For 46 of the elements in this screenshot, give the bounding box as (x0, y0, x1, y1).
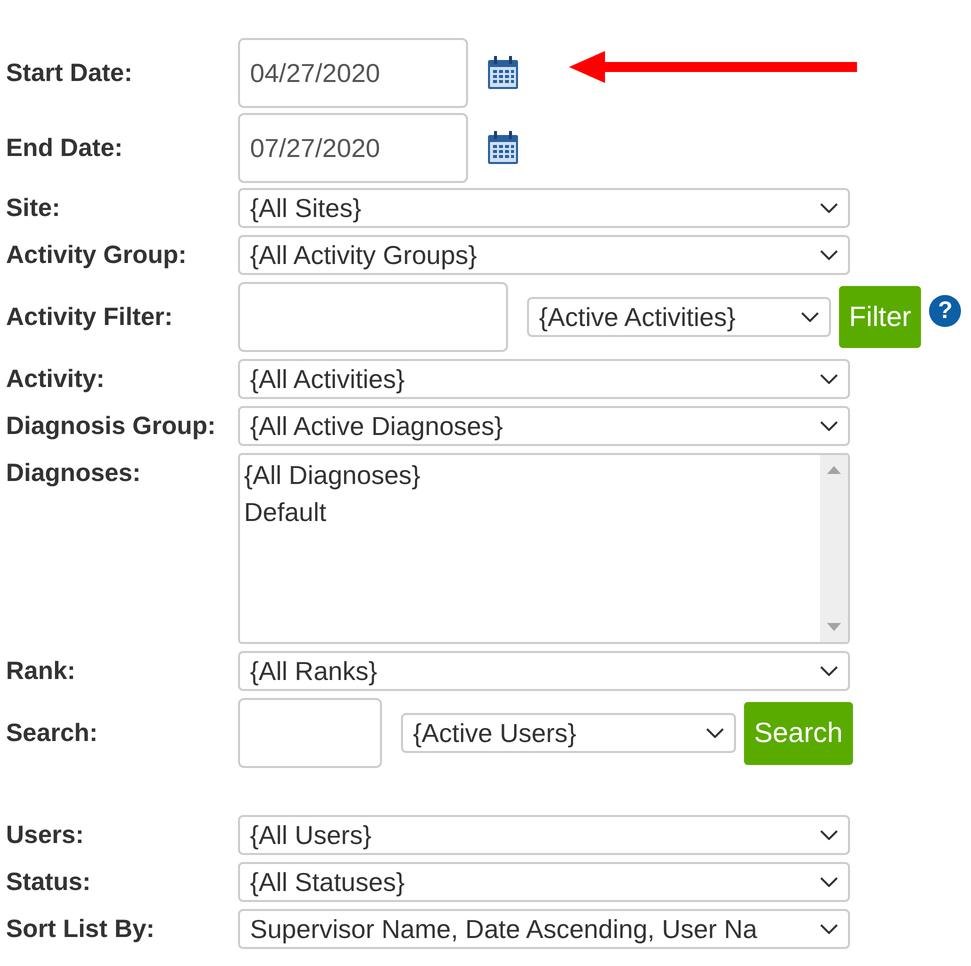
chevron-down-icon (820, 421, 838, 431)
select-dropdown[interactable]: {All Active Diagnoses} (238, 406, 850, 446)
scroll-down-icon[interactable] (826, 622, 842, 632)
chevron-down-icon (820, 924, 838, 934)
search-input[interactable] (238, 698, 382, 768)
field-label: Rank: (6, 656, 76, 686)
field-label: Users: (6, 820, 85, 850)
chevron-down-icon (820, 250, 838, 260)
select-dropdown[interactable]: {Active Users} (401, 713, 736, 753)
select-dropdown[interactable]: {All Ranks} (238, 651, 850, 691)
field-label: Activity Group: (6, 240, 188, 270)
chevron-down-icon (820, 374, 838, 384)
field-label: Sort List By: (6, 914, 156, 944)
select-dropdown[interactable]: Supervisor Name, Date Ascending, User Na (238, 909, 850, 949)
calendar-icon[interactable] (487, 131, 519, 165)
scrollbar[interactable] (820, 455, 848, 642)
chevron-down-icon (820, 666, 838, 676)
field-label: Search: (6, 718, 99, 748)
field-label: Status: (6, 868, 92, 896)
chevron-down-icon (820, 203, 838, 213)
field-label: Activity: (6, 364, 106, 394)
chevron-down-icon (820, 830, 838, 840)
field-label: Diagnosis Group: (6, 412, 217, 440)
select-dropdown[interactable]: {All Sites} (238, 188, 850, 228)
chevron-down-icon (801, 312, 819, 322)
select-dropdown[interactable]: {All Activities} (238, 359, 850, 399)
select-dropdown[interactable]: {All Statuses} (238, 862, 850, 902)
list-option[interactable]: {All Diagnoses} (244, 457, 816, 494)
chevron-down-icon (820, 877, 838, 887)
help-icon[interactable]: ? (929, 295, 962, 327)
calendar-icon[interactable] (487, 56, 519, 90)
list-option[interactable]: Default (244, 494, 816, 531)
select-dropdown[interactable]: {All Users} (238, 815, 850, 855)
chevron-down-icon (706, 728, 724, 738)
field-label: End Date: (6, 134, 124, 162)
date-field[interactable]: 04/27/2020 (238, 38, 468, 108)
select-dropdown[interactable]: {Active Activities} (527, 297, 831, 337)
date-field[interactable]: 07/27/2020 (238, 113, 468, 183)
field-label: Diagnoses: (6, 458, 142, 488)
scroll-up-icon[interactable] (826, 465, 842, 475)
select-dropdown[interactable]: {All Activity Groups} (238, 235, 850, 275)
diagnoses-listbox[interactable]: {All Diagnoses} Default (238, 453, 850, 644)
field-label: Site: (6, 194, 62, 222)
field-label: Start Date: (6, 58, 134, 88)
field-label: Activity Filter: (6, 302, 174, 332)
filter-input[interactable] (238, 282, 508, 352)
